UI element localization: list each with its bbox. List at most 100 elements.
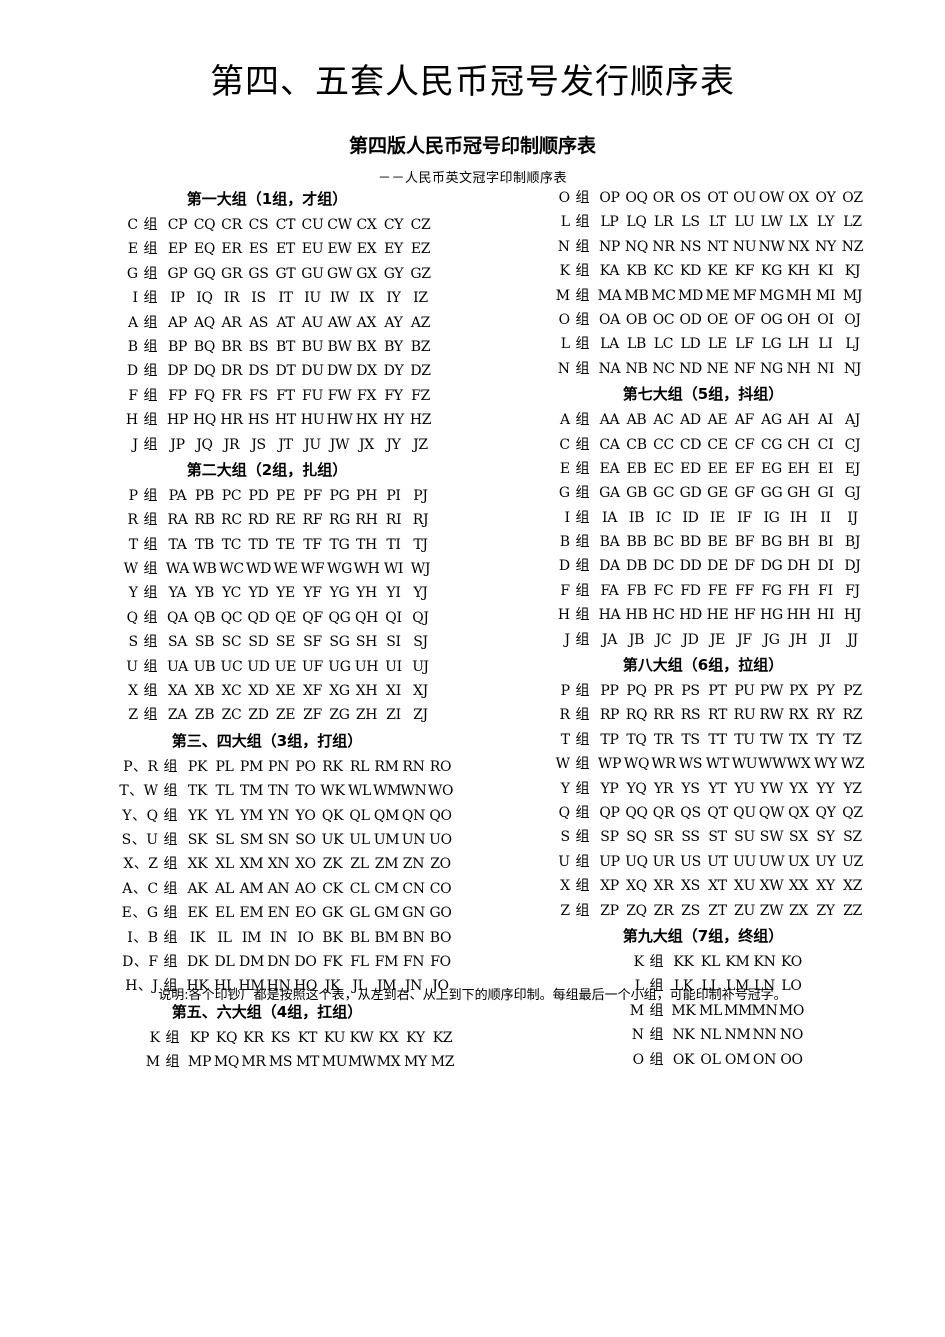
prefix-cell: ST [708, 829, 727, 846]
row-label: K 组 [149, 1029, 180, 1046]
prefix-cell: ZA [167, 707, 188, 724]
prefix-cell: GL [349, 905, 370, 922]
prefix-cell: JS [251, 436, 266, 453]
group-rows: P、R 组 PK PL PM PN PO RK RL RM RN RO T、W 组 TK TL TM TN TO… [112, 755, 472, 999]
prefix-cell: JI [820, 631, 831, 648]
prefix-cell: LY [816, 214, 835, 231]
prefix-cell: RO [429, 758, 452, 775]
prefix-group: O 组 OP OQ OR OS OT OU OW OX OY OZ L 组 LP LQ LR LS LT LU LW… [544, 186, 944, 381]
group-rows: P 组 PA PB PC PD PE PF PG PH PI PJ R 组 RA RB RC RD RE RF RG… [112, 484, 472, 728]
prefix-cell: AU [301, 314, 324, 331]
group-heading: 第九大组（7组，终组） [622, 926, 784, 945]
row-cells: KP KQ KR KS KT KU KW KX KY KZ [186, 1026, 456, 1050]
prefix-cell: GB [626, 485, 647, 502]
row-cells: YP YQ YR YS YT YU YW YX YY YZ [596, 777, 866, 801]
prefix-cell: YM [240, 807, 263, 824]
table-row: Y 组 YA YB YC YD YE YF YG YH YI YJ [112, 581, 472, 605]
prefix-cell: XH [355, 683, 378, 700]
prefix-cell: QM [373, 807, 400, 824]
prefix-cell: SH [355, 634, 378, 651]
prefix-cell: GT [275, 265, 296, 282]
row-label: Q 组 [558, 804, 590, 821]
prefix-cell: KJ [844, 263, 861, 280]
prefix-cell: EQ [193, 241, 216, 258]
prefix-cell: RX [788, 707, 809, 724]
prefix-cell: YB [195, 585, 214, 602]
prefix-cell: ES [248, 241, 269, 258]
prefix-cell: ZL [350, 856, 369, 873]
prefix-cell: YR [653, 780, 674, 797]
prefix-cell: KZ [432, 1029, 453, 1046]
row-label: S 组 [128, 634, 158, 651]
group-rows: P 组 PP PQ PR PS PT PU PW PX PY PZ R 组 RP RQ RR RS RT RU RW… [544, 679, 944, 923]
prefix-cell: AK [187, 880, 208, 897]
prefix-cell: WA [165, 561, 190, 578]
prefix-cell: AY [384, 314, 403, 331]
prefix-cell: LD [680, 336, 701, 353]
prefix-cell: DU [301, 363, 324, 380]
prefix-cell: JC [655, 631, 672, 648]
prefix-cell: JU [304, 436, 321, 453]
prefix-cell: MW [348, 1054, 377, 1071]
row-label: U 组 [558, 853, 590, 870]
prefix-cell: IT [278, 290, 293, 307]
prefix-cell: IK [189, 929, 206, 946]
row-cells: SA SB SC SD SE SF SG SH SI SJ [164, 630, 434, 654]
prefix-cell: TK [187, 783, 208, 800]
row-cells: PK PL PM PN PO RK RL RM RN RO [184, 755, 454, 779]
prefix-cell: FB [626, 582, 647, 599]
prefix-cell: OS [680, 190, 701, 206]
table-row: S 组 SA SB SC SD SE SF SG SH SI SJ [112, 630, 472, 654]
prefix-group: 第三、四大组（3组，打组） P、R 组 PK PL PM PN PO RK RL RM RN RO T、… [112, 728, 472, 999]
prefix-cell: TP [600, 731, 619, 748]
prefix-cell: QY [815, 804, 836, 821]
table-row: B 组 BP BQ BR BS BT BU BW BX BY BZ [112, 335, 472, 359]
prefix-cell: RJ [412, 512, 429, 529]
row-cells: XP XQ XR XS XT XU XW XX XY XZ [596, 874, 866, 898]
prefix-cell: DS [248, 363, 269, 380]
prefix-cell: JX [359, 436, 374, 453]
prefix-cell: TX [789, 731, 808, 748]
prefix-cell: JA [601, 631, 618, 648]
prefix-cell: BO [429, 929, 452, 946]
prefix-cell: RD [247, 512, 270, 529]
prefix-cell: TW [759, 731, 784, 748]
prefix-cell: XP [600, 878, 619, 895]
group-heading: 第八大组（6组，拉组） [622, 656, 784, 675]
prefix-cell: BL [350, 929, 369, 946]
table-row: Q 组 QP QQ QR QS QT QU QW QX QY QZ [544, 801, 944, 825]
row-label: A 组 [559, 412, 590, 429]
prefix-cell: CI [817, 436, 834, 453]
prefix-cell: FO [430, 953, 451, 970]
prefix-cell: SU [734, 829, 755, 846]
prefix-cell: OJ [844, 311, 861, 328]
prefix-cell: BZ [410, 338, 431, 355]
table-row: N 组 NK NL NM NN NO [618, 1023, 944, 1047]
prefix-cell: GJ [844, 485, 861, 502]
prefix-cell: JR [223, 436, 240, 453]
prefix-cell: OG [760, 311, 783, 328]
table-row: X、Z 组 XK XL XM XN XO ZK ZL ZM ZN ZO [112, 852, 472, 876]
prefix-cell: ZC [221, 707, 242, 724]
row-label: Y、Q 组 [122, 807, 178, 824]
prefix-cell: KU [323, 1029, 346, 1046]
prefix-cell: ZP [600, 902, 619, 919]
table-row: N 组 NA NB NC ND NE NF NG NH NI NJ [544, 357, 944, 381]
row-cells: GP GQ GR GS GT GU GW GX GY GZ [164, 262, 434, 286]
table-row: U 组 UP UQ UR US UT UU UW UX UY UZ [544, 850, 944, 874]
prefix-cell: AD [680, 412, 701, 429]
prefix-cell: IY [386, 290, 401, 307]
prefix-cell: JQ [196, 436, 213, 453]
prefix-cell: HG [760, 607, 783, 624]
prefix-cell: DZ [410, 363, 431, 380]
table-row: I、B 组 IK IL IM IN IO BK BL BM BN BO [112, 926, 472, 950]
row-cells: IP IQ IR IS IT IU IW IX IY IZ [164, 286, 434, 310]
prefix-cell: FY [384, 387, 403, 404]
prefix-cell: ZM [374, 856, 399, 873]
row-label: D、F 组 [122, 953, 178, 970]
prefix-cell: DB [626, 558, 647, 575]
prefix-cell: QJ [412, 609, 429, 626]
prefix-cell: CF [734, 436, 755, 453]
prefix-cell: ZF [303, 707, 322, 724]
prefix-cell: AH [787, 412, 810, 429]
